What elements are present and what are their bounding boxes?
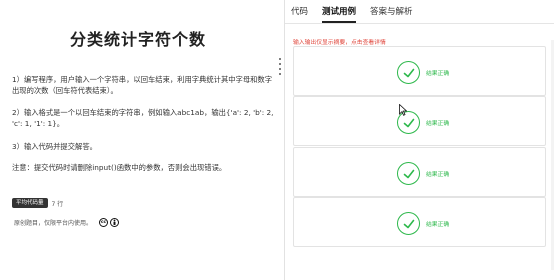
test-case-status: 结果正确 <box>426 222 450 228</box>
problem-paragraph-3: 3）输入代码并提交解答。 <box>12 142 97 151</box>
check-circle-icon <box>397 162 420 185</box>
avg-code-size-value: 7 行 <box>51 200 64 208</box>
avg-code-size-badge: 平均代码量 <box>12 198 48 208</box>
check-circle-icon <box>397 61 420 84</box>
problem-title: 分类统计字符个数 <box>69 30 206 49</box>
problem-paragraph-2: 2）输入格式是一个以回车结束的字符串，例如输入abc1ab，输出{'a': 2,… <box>12 108 274 128</box>
check-circle-icon <box>397 212 420 235</box>
test-case-status: 结果正确 <box>426 71 450 77</box>
license-row: 原创题目，仅限平台内使用。 cc <box>14 218 120 227</box>
mouse-cursor-icon <box>399 104 407 116</box>
tab-answer-analysis[interactable]: 答案与解析 <box>370 5 413 23</box>
problem-panel: 分类统计字符个数 1）编写程序，用户输入一个字符串，以回车结束，利用字典统计其中… <box>0 0 276 280</box>
license-text: 原创题目，仅限平台内使用。 <box>14 220 93 227</box>
test-panel: 代码 测试用例 答案与解析 输入输出仅显示摘要，点击查看详情 结果正确 结果正确… <box>285 0 554 280</box>
details-hint[interactable]: 输入输出仅显示摘要，点击查看详情 <box>293 37 386 46</box>
panel-resize-handle[interactable] <box>279 58 282 75</box>
by-icon <box>110 218 120 227</box>
code-size-meta: 平均代码量 7 行 <box>12 197 63 209</box>
test-case-card[interactable]: 结果正确 <box>293 46 546 96</box>
license-icons: cc <box>99 218 120 227</box>
test-case-card[interactable]: 结果正确 <box>293 197 546 247</box>
problem-paragraph-1: 1）编写程序，用户输入一个字符串，以回车结束，利用字典统计其中字母和数字出现的次… <box>12 75 273 95</box>
cc-icon: cc <box>99 218 109 227</box>
test-case-status: 结果正确 <box>426 121 450 127</box>
problem-note: 注意：提交代码时请删除input()函数中的参数，否则会出现错误。 <box>12 163 227 172</box>
test-case-card[interactable]: 结果正确 <box>293 147 546 197</box>
tab-code[interactable]: 代码 <box>291 5 308 23</box>
test-case-status: 结果正确 <box>426 172 450 178</box>
tab-test-cases[interactable]: 测试用例 <box>322 5 357 23</box>
test-case-card[interactable]: 结果正确 <box>293 96 546 146</box>
tab-bar: 代码 测试用例 答案与解析 <box>285 0 554 24</box>
